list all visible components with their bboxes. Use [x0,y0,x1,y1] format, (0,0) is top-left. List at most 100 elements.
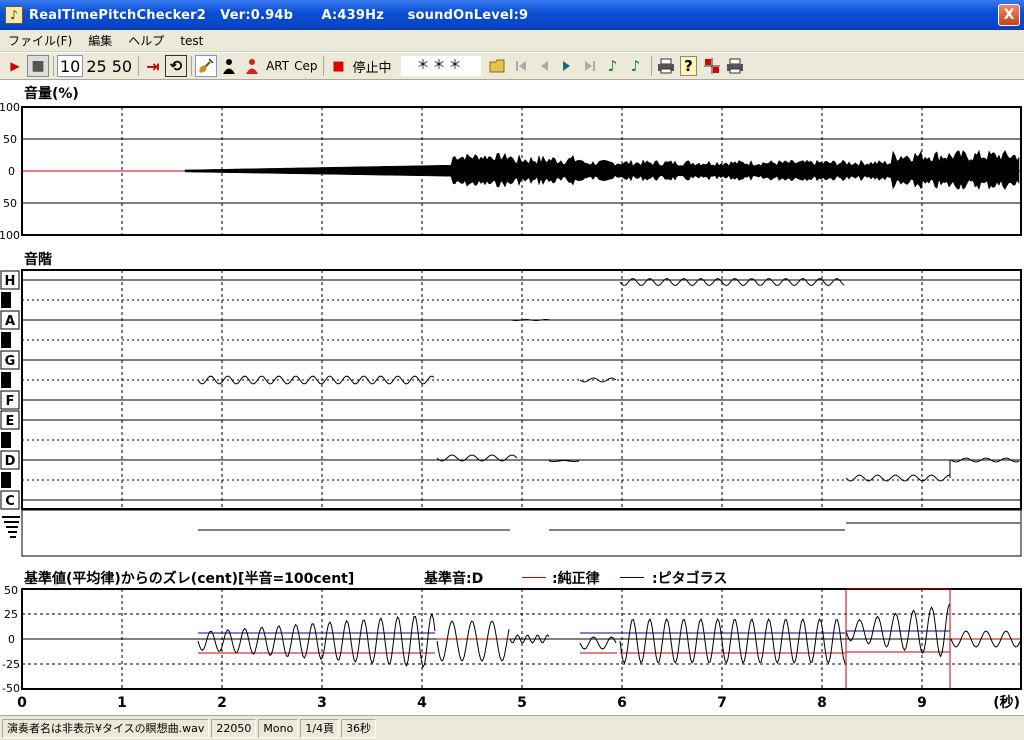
time-label: 8 [817,695,827,711]
dev-tick-50: 50 [4,585,18,597]
volume-tick-0: 0 [8,165,15,178]
split-view-icon [703,58,720,74]
status-channels: Mono [258,718,299,738]
black-key [1,472,11,488]
title-bar[interactable]: ♪ RealTimePitchChecker2 Ver:0.94b A:439H… [0,0,1024,30]
stop-button[interactable]: ■ [27,55,49,77]
print-button[interactable] [655,55,677,77]
window-title: RealTimePitchChecker2 Ver:0.94b A:439Hz … [29,7,529,23]
dev-tick-0: 0 [8,633,15,646]
help-button[interactable]: ? [678,55,700,77]
record-icon: ■ [332,58,345,74]
time-axis: 0 1 2 3 4 5 6 7 8 9 [17,695,927,711]
time-label: 2 [217,695,227,711]
black-key [1,432,11,448]
record-button[interactable]: ■ [327,55,349,77]
open-folder-button[interactable] [487,55,509,77]
volume-waveform-panel[interactable]: 100 50 0 50 100 [0,100,1024,240]
play-button[interactable]: ▶ [4,55,26,77]
menu-test[interactable]: test [172,34,211,48]
toolbar-separator [53,56,54,76]
zoom-25-button[interactable]: 25 [84,55,108,77]
person-black-button[interactable] [218,55,240,77]
legend-just-swatch [522,577,546,578]
level-marker [8,531,17,533]
loop-icon: ⟲ [169,57,183,75]
menu-help[interactable]: ヘルプ [120,32,172,49]
note-label-c: C [5,494,15,509]
arrow-to-end-icon: ⇥ [146,56,160,76]
first-button[interactable] [510,55,532,77]
note-label-g: G [5,354,16,369]
level-marker [10,536,16,538]
folder-icon [489,59,504,73]
pitch-scale-panel[interactable]: H A G FE D C [0,268,1024,558]
person-red-icon [246,59,259,74]
play-icon: ▶ [10,59,20,73]
time-label: 1 [117,695,127,711]
cep-button[interactable]: Cep [292,55,319,77]
zoom-50-button[interactable]: 50 [110,55,134,77]
piano-keyboard: H A G FE D C [0,270,20,510]
black-key [1,372,11,388]
last-button[interactable] [579,55,601,77]
violin-button[interactable] [195,55,218,77]
time-label: 9 [917,695,927,711]
dev-tick-minus-25: -25 [2,658,20,671]
toolbar: ▶ ■ 10 25 50 ⇥ ⟲ ART Cep ■ 停止中 ＊＊＊ ♪ ♪ ? [0,53,1024,80]
next-icon [562,61,570,71]
music-note-alt-icon: ♪ [630,57,641,75]
status-page: 1/4頁 [300,718,340,738]
music-note-icon: ♪ [607,57,618,75]
note-display: ＊＊＊ [400,56,481,76]
next-button[interactable] [556,55,578,77]
note-bar-area [2,509,1022,557]
toolbar-separator [138,56,140,76]
person-icon [223,59,236,74]
legend-pythagorean-swatch [620,577,644,578]
loop-button[interactable]: ⟲ [165,55,188,77]
stop-icon: ■ [31,58,45,74]
dev-tick-25: 25 [4,608,18,621]
volume-tick-50-bottom: 50 [3,197,17,210]
status-duration: 36秒 [341,718,377,738]
toolbar-separator [191,56,193,76]
prev-button[interactable] [533,55,555,77]
printer-alt-icon [726,58,743,74]
note-bar-frame [21,509,1022,557]
help-icon: ? [680,56,697,76]
status-sample-rate: 22050 [211,718,257,738]
app-icon: ♪ [5,6,23,24]
status-bar: 演奏者名は非表示¥タイスの瞑想曲.wav 22050 Mono 1/4頁 36秒 [0,715,1024,740]
print-alt-button[interactable] [724,55,746,77]
zoom-10-button[interactable]: 10 [57,55,84,77]
toolbar-separator [650,56,652,76]
time-label: 5 [517,695,527,711]
toolbar-separator [323,56,325,76]
skip-last-icon [584,61,595,71]
art-button[interactable]: ART [264,55,291,77]
note-green-button[interactable]: ♪ [602,55,624,77]
note-label-a: A [5,314,15,329]
prev-icon [540,61,548,71]
to-end-button[interactable]: ⇥ [142,55,164,77]
menu-edit[interactable]: 編集 [80,32,120,49]
black-key [1,332,11,348]
time-label: 0 [17,695,27,711]
split-button[interactable] [701,55,723,77]
level-marker [2,516,20,518]
note-green-alt-button[interactable]: ♪ [625,55,647,77]
cent-deviation-panel[interactable]: 50 25 0 -25 -50 0 1 2 3 4 5 6 7 8 9 (秒) [0,585,1024,715]
dev-tick-minus-50: -50 [2,682,20,695]
note-label-d: D [5,454,16,469]
skip-first-icon [515,61,526,71]
black-key [1,292,11,308]
status-label: 停止中 [352,60,392,76]
level-marker [6,526,18,528]
scale-panel-title: 音階 [24,252,52,268]
menu-file[interactable]: ファイル(F) [0,32,80,49]
close-button[interactable]: X [998,4,1020,26]
person-red-button[interactable] [241,55,263,77]
volume-tick-100-top: 100 [0,101,20,114]
time-unit-label: (秒) [993,694,1020,711]
